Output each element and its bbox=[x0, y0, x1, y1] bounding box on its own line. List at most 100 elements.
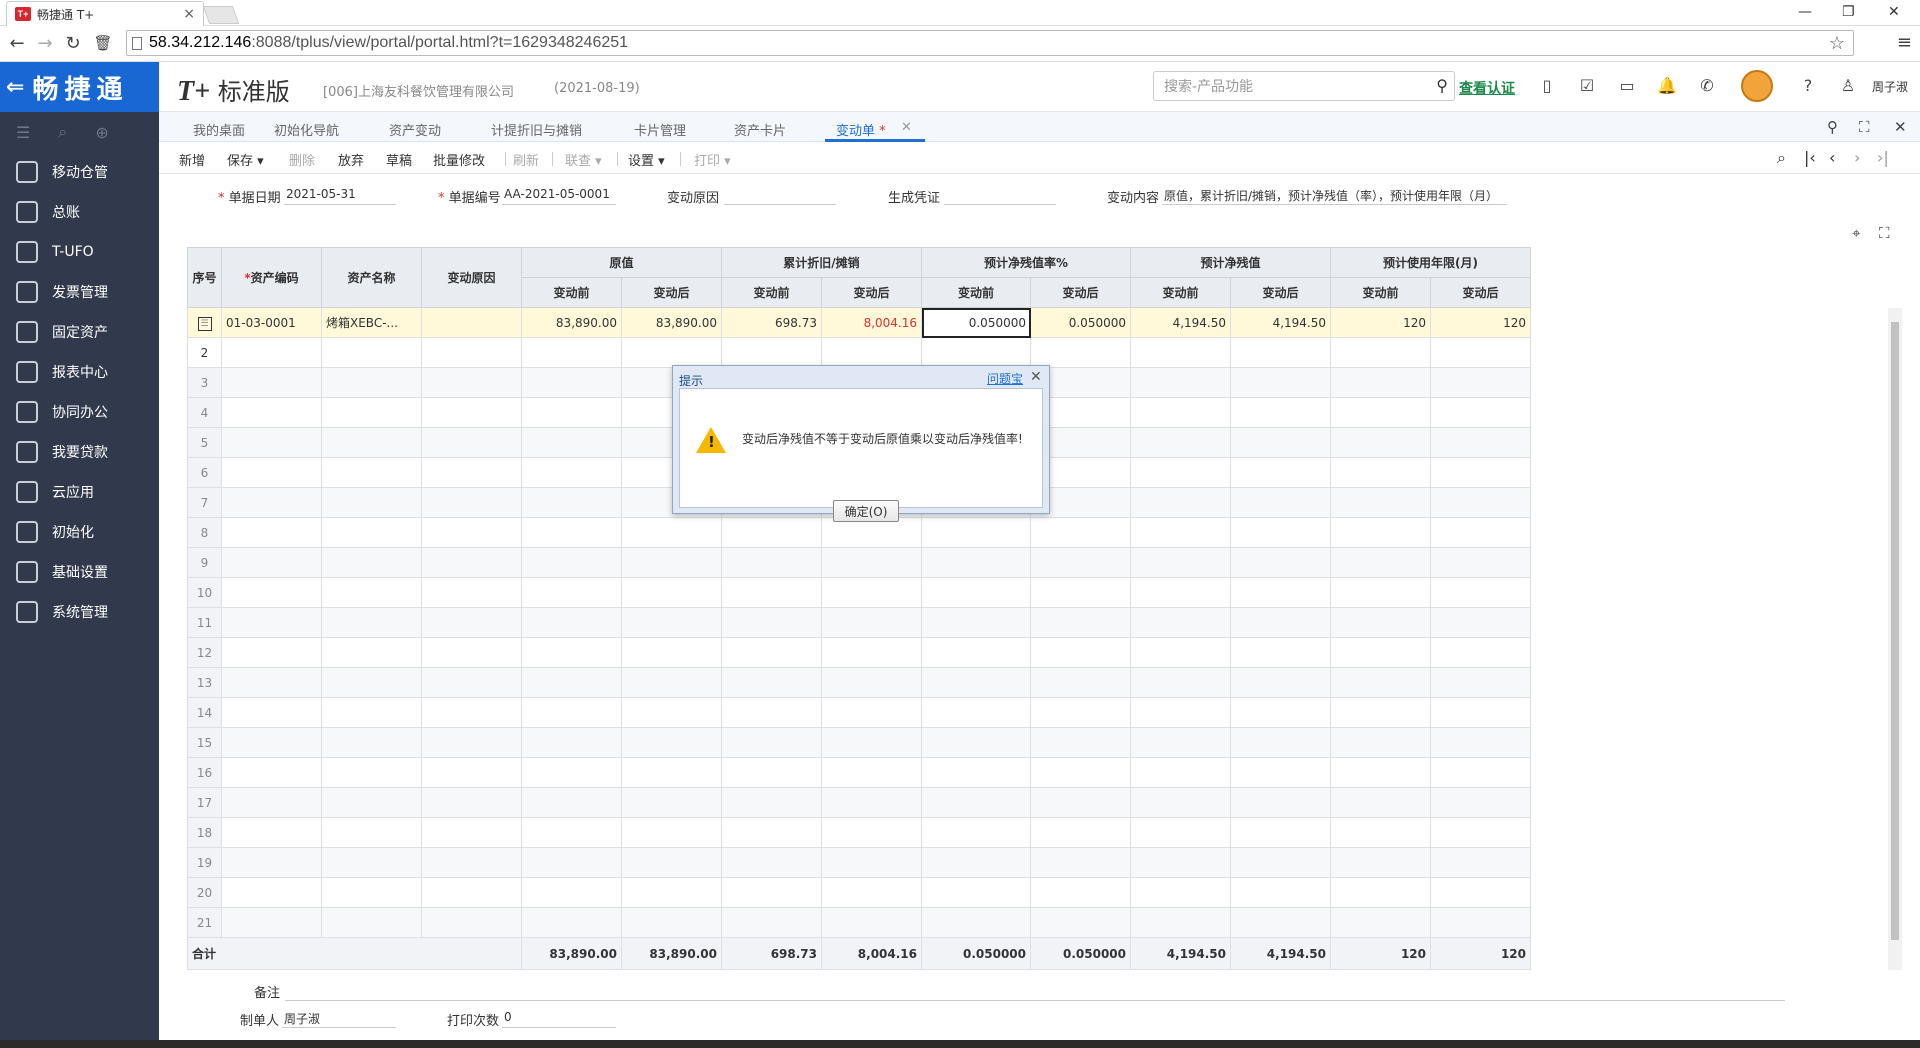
grid-cell[interactable] bbox=[321, 817, 422, 848]
grid-cell[interactable] bbox=[521, 727, 622, 758]
sidebar-item[interactable]: 我要贷款 bbox=[0, 432, 159, 472]
grid-cell[interactable] bbox=[221, 487, 322, 518]
table-row[interactable]: 9 bbox=[187, 547, 1531, 578]
fullscreen-icon[interactable]: ⛶ bbox=[1859, 118, 1870, 136]
grid-cell[interactable] bbox=[921, 847, 1031, 878]
last-record-icon[interactable]: ›| bbox=[1877, 148, 1889, 167]
sidebar-item[interactable]: 云应用 bbox=[0, 472, 159, 512]
grid-cell[interactable] bbox=[921, 727, 1031, 758]
grid-cell[interactable] bbox=[1330, 337, 1431, 368]
grid-cell[interactable] bbox=[1430, 847, 1531, 878]
grid-cell[interactable] bbox=[421, 337, 522, 368]
grid-cell[interactable] bbox=[721, 877, 822, 908]
grid-cell[interactable] bbox=[821, 877, 922, 908]
sidebar-item[interactable]: T-UFO bbox=[0, 232, 159, 272]
grid-cell[interactable] bbox=[621, 817, 722, 848]
grid-cell[interactable] bbox=[221, 637, 322, 668]
grid-cell[interactable] bbox=[821, 907, 922, 938]
window-close-icon[interactable]: ✕ bbox=[1888, 4, 1900, 20]
expand-icon[interactable]: ⛶ bbox=[1879, 224, 1890, 242]
grid-cell[interactable] bbox=[521, 817, 622, 848]
grid-cell[interactable] bbox=[1330, 457, 1431, 488]
grid-cell[interactable] bbox=[1230, 577, 1331, 608]
grid-cell[interactable] bbox=[321, 877, 422, 908]
grid-cell[interactable] bbox=[1430, 607, 1531, 638]
bookmark-icon[interactable]: ▯ bbox=[1537, 75, 1557, 95]
grid-cell[interactable] bbox=[521, 787, 622, 818]
grid-cell[interactable] bbox=[221, 427, 322, 458]
grid-cell[interactable] bbox=[421, 667, 522, 698]
grid-cell[interactable] bbox=[921, 907, 1031, 938]
grid-cell[interactable] bbox=[1430, 457, 1531, 488]
cell-change-reason[interactable] bbox=[421, 307, 522, 338]
grid-cell[interactable] bbox=[721, 577, 822, 608]
grid-cell[interactable] bbox=[1230, 877, 1331, 908]
grid-cell[interactable] bbox=[921, 817, 1031, 848]
cell-original-after[interactable]: 83,890.00 bbox=[621, 307, 722, 338]
grid-cell[interactable] bbox=[521, 877, 622, 908]
draft-button[interactable]: 草稿 bbox=[386, 150, 412, 169]
menu-icon[interactable]: ☰ bbox=[16, 123, 30, 142]
grid-cell[interactable] bbox=[1430, 757, 1531, 788]
grid-cell[interactable] bbox=[1230, 427, 1331, 458]
grid-cell[interactable] bbox=[921, 607, 1031, 638]
grid-cell[interactable] bbox=[221, 847, 322, 878]
user-icon[interactable]: ♙ bbox=[1838, 75, 1858, 95]
grid-cell[interactable] bbox=[1230, 487, 1331, 518]
sidebar-item[interactable]: 协同办公 bbox=[0, 392, 159, 432]
delete-button[interactable]: 删除 bbox=[289, 150, 315, 169]
grid-cell[interactable] bbox=[721, 727, 822, 758]
grid-cell[interactable] bbox=[521, 637, 622, 668]
voucher-field[interactable] bbox=[944, 187, 1056, 205]
grid-cell[interactable] bbox=[921, 517, 1031, 548]
grid-cell[interactable] bbox=[421, 697, 522, 728]
grid-cell[interactable] bbox=[1230, 517, 1331, 548]
grid-cell[interactable] bbox=[321, 547, 422, 578]
location-pin-icon[interactable]: ⌖ bbox=[1852, 224, 1860, 242]
grid-cell[interactable] bbox=[1230, 817, 1331, 848]
grid-cell[interactable] bbox=[1430, 367, 1531, 398]
grid-cell[interactable] bbox=[1130, 397, 1231, 428]
table-row[interactable]: 16 bbox=[187, 757, 1531, 788]
grid-cell[interactable] bbox=[621, 577, 722, 608]
grid-cell[interactable] bbox=[521, 487, 622, 518]
cell-residual-after[interactable]: 4,194.50 bbox=[1230, 307, 1331, 338]
grid-cell[interactable] bbox=[1430, 487, 1531, 518]
forward-icon[interactable]: → bbox=[34, 32, 56, 54]
table-row[interactable]: 13 bbox=[187, 667, 1531, 698]
grid-cell[interactable] bbox=[521, 757, 622, 788]
cell-life-after[interactable]: 120 bbox=[1430, 307, 1531, 338]
grid-cell[interactable] bbox=[321, 607, 422, 638]
sidebar-item[interactable]: 报表中心 bbox=[0, 352, 159, 392]
search-menu-icon[interactable]: ⌕ bbox=[58, 122, 67, 142]
grid-cell[interactable] bbox=[321, 457, 422, 488]
cell-depreciation-before[interactable]: 698.73 bbox=[721, 307, 822, 338]
grid-cell[interactable] bbox=[1130, 607, 1231, 638]
grid-cell[interactable] bbox=[521, 607, 622, 638]
sidebar-item[interactable]: 总账 bbox=[0, 192, 159, 232]
grid-cell[interactable] bbox=[1030, 667, 1131, 698]
grid-cell[interactable] bbox=[1130, 487, 1231, 518]
tab-asset-change[interactable]: 资产变动 bbox=[389, 120, 441, 139]
grid-cell[interactable] bbox=[221, 547, 322, 578]
grid-cell[interactable] bbox=[1330, 637, 1431, 668]
grid-cell[interactable] bbox=[1130, 727, 1231, 758]
grid-cell[interactable] bbox=[1330, 727, 1431, 758]
grid-cell[interactable] bbox=[221, 697, 322, 728]
table-row[interactable]: 8 bbox=[187, 517, 1531, 548]
restore-icon[interactable]: ❐ bbox=[1842, 4, 1855, 20]
grid-cell[interactable] bbox=[321, 757, 422, 788]
grid-cell[interactable] bbox=[1430, 697, 1531, 728]
grid-cell[interactable] bbox=[221, 787, 322, 818]
mascot-icon[interactable] bbox=[1741, 70, 1773, 102]
grid-cell[interactable] bbox=[1230, 697, 1331, 728]
grid-cell[interactable] bbox=[421, 367, 522, 398]
grid-cell[interactable] bbox=[1330, 877, 1431, 908]
grid-cell[interactable] bbox=[1230, 607, 1331, 638]
grid-cell[interactable] bbox=[621, 667, 722, 698]
grid-cell[interactable] bbox=[721, 757, 822, 788]
grid-cell[interactable] bbox=[421, 727, 522, 758]
trash-icon[interactable]: 🗑 bbox=[92, 32, 114, 54]
grid-cell[interactable] bbox=[321, 667, 422, 698]
col-asset-name[interactable]: 资产名称 bbox=[321, 247, 422, 308]
